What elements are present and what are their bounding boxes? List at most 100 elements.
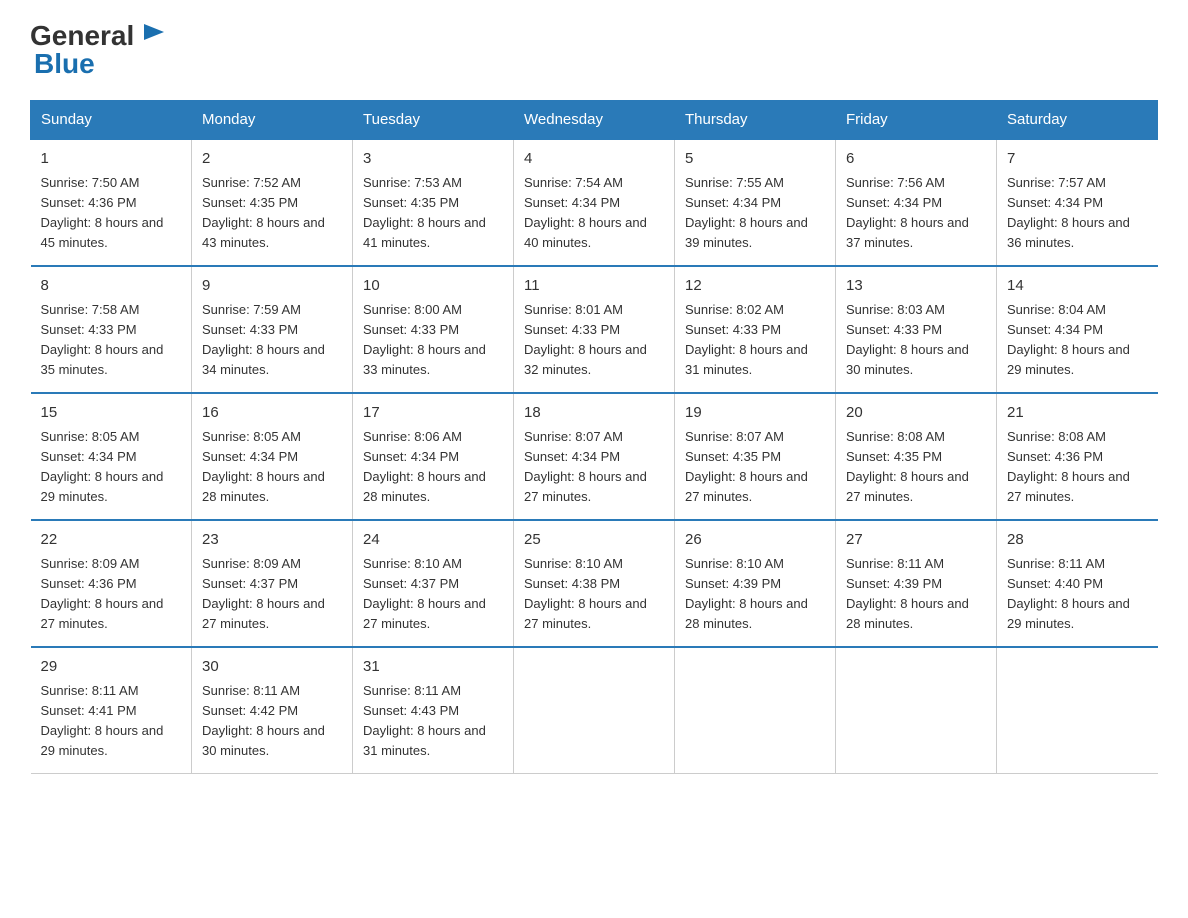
calendar-day-cell: 22Sunrise: 8:09 AMSunset: 4:36 PMDayligh… — [31, 520, 192, 647]
day-number: 24 — [363, 529, 503, 552]
day-number: 3 — [363, 148, 503, 171]
day-number: 2 — [202, 148, 342, 171]
calendar-day-cell: 23Sunrise: 8:09 AMSunset: 4:37 PMDayligh… — [192, 520, 353, 647]
calendar-week-row: 22Sunrise: 8:09 AMSunset: 4:36 PMDayligh… — [31, 520, 1158, 647]
day-number: 25 — [524, 529, 664, 552]
day-number: 26 — [685, 529, 825, 552]
day-info: Sunrise: 8:10 AMSunset: 4:39 PMDaylight:… — [685, 554, 825, 635]
calendar-day-cell: 28Sunrise: 8:11 AMSunset: 4:40 PMDayligh… — [997, 520, 1158, 647]
day-info: Sunrise: 8:08 AMSunset: 4:36 PMDaylight:… — [1007, 427, 1148, 508]
calendar-day-cell: 7Sunrise: 7:57 AMSunset: 4:34 PMDaylight… — [997, 139, 1158, 266]
day-info: Sunrise: 8:11 AMSunset: 4:39 PMDaylight:… — [846, 554, 986, 635]
logo-blue-text: Blue — [32, 48, 95, 80]
calendar-day-cell: 17Sunrise: 8:06 AMSunset: 4:34 PMDayligh… — [353, 393, 514, 520]
day-info: Sunrise: 7:56 AMSunset: 4:34 PMDaylight:… — [846, 173, 986, 254]
col-header-wednesday: Wednesday — [514, 101, 675, 140]
day-number: 12 — [685, 275, 825, 298]
logo-flag-icon — [136, 20, 166, 50]
day-info: Sunrise: 8:07 AMSunset: 4:35 PMDaylight:… — [685, 427, 825, 508]
day-info: Sunrise: 7:54 AMSunset: 4:34 PMDaylight:… — [524, 173, 664, 254]
day-info: Sunrise: 8:07 AMSunset: 4:34 PMDaylight:… — [524, 427, 664, 508]
day-number: 17 — [363, 402, 503, 425]
day-number: 8 — [41, 275, 182, 298]
calendar-table: SundayMondayTuesdayWednesdayThursdayFrid… — [30, 100, 1158, 774]
calendar-day-cell: 8Sunrise: 7:58 AMSunset: 4:33 PMDaylight… — [31, 266, 192, 393]
day-number: 9 — [202, 275, 342, 298]
col-header-monday: Monday — [192, 101, 353, 140]
day-info: Sunrise: 8:08 AMSunset: 4:35 PMDaylight:… — [846, 427, 986, 508]
calendar-day-cell: 4Sunrise: 7:54 AMSunset: 4:34 PMDaylight… — [514, 139, 675, 266]
day-info: Sunrise: 8:01 AMSunset: 4:33 PMDaylight:… — [524, 300, 664, 381]
day-info: Sunrise: 8:09 AMSunset: 4:36 PMDaylight:… — [41, 554, 182, 635]
calendar-day-cell: 16Sunrise: 8:05 AMSunset: 4:34 PMDayligh… — [192, 393, 353, 520]
calendar-day-cell: 26Sunrise: 8:10 AMSunset: 4:39 PMDayligh… — [675, 520, 836, 647]
day-number: 20 — [846, 402, 986, 425]
day-info: Sunrise: 8:04 AMSunset: 4:34 PMDaylight:… — [1007, 300, 1148, 381]
day-info: Sunrise: 8:11 AMSunset: 4:41 PMDaylight:… — [41, 681, 182, 762]
day-info: Sunrise: 8:09 AMSunset: 4:37 PMDaylight:… — [202, 554, 342, 635]
calendar-day-cell: 6Sunrise: 7:56 AMSunset: 4:34 PMDaylight… — [836, 139, 997, 266]
calendar-day-cell: 21Sunrise: 8:08 AMSunset: 4:36 PMDayligh… — [997, 393, 1158, 520]
day-number: 5 — [685, 148, 825, 171]
day-info: Sunrise: 8:06 AMSunset: 4:34 PMDaylight:… — [363, 427, 503, 508]
calendar-day-cell: 9Sunrise: 7:59 AMSunset: 4:33 PMDaylight… — [192, 266, 353, 393]
calendar-day-cell: 24Sunrise: 8:10 AMSunset: 4:37 PMDayligh… — [353, 520, 514, 647]
day-info: Sunrise: 7:52 AMSunset: 4:35 PMDaylight:… — [202, 173, 342, 254]
day-info: Sunrise: 8:10 AMSunset: 4:38 PMDaylight:… — [524, 554, 664, 635]
calendar-week-row: 15Sunrise: 8:05 AMSunset: 4:34 PMDayligh… — [31, 393, 1158, 520]
calendar-day-cell: 5Sunrise: 7:55 AMSunset: 4:34 PMDaylight… — [675, 139, 836, 266]
day-number: 13 — [846, 275, 986, 298]
day-number: 7 — [1007, 148, 1148, 171]
calendar-day-cell: 10Sunrise: 8:00 AMSunset: 4:33 PMDayligh… — [353, 266, 514, 393]
day-number: 6 — [846, 148, 986, 171]
day-info: Sunrise: 8:03 AMSunset: 4:33 PMDaylight:… — [846, 300, 986, 381]
calendar-day-cell: 15Sunrise: 8:05 AMSunset: 4:34 PMDayligh… — [31, 393, 192, 520]
day-number: 11 — [524, 275, 664, 298]
col-header-friday: Friday — [836, 101, 997, 140]
calendar-header-row: SundayMondayTuesdayWednesdayThursdayFrid… — [31, 101, 1158, 140]
day-number: 31 — [363, 656, 503, 679]
day-info: Sunrise: 8:11 AMSunset: 4:40 PMDaylight:… — [1007, 554, 1148, 635]
day-number: 22 — [41, 529, 182, 552]
day-info: Sunrise: 8:00 AMSunset: 4:33 PMDaylight:… — [363, 300, 503, 381]
calendar-day-cell: 12Sunrise: 8:02 AMSunset: 4:33 PMDayligh… — [675, 266, 836, 393]
day-number: 21 — [1007, 402, 1148, 425]
calendar-day-cell: 30Sunrise: 8:11 AMSunset: 4:42 PMDayligh… — [192, 647, 353, 774]
col-header-tuesday: Tuesday — [353, 101, 514, 140]
day-info: Sunrise: 8:10 AMSunset: 4:37 PMDaylight:… — [363, 554, 503, 635]
day-number: 10 — [363, 275, 503, 298]
calendar-day-cell: 27Sunrise: 8:11 AMSunset: 4:39 PMDayligh… — [836, 520, 997, 647]
calendar-week-row: 8Sunrise: 7:58 AMSunset: 4:33 PMDaylight… — [31, 266, 1158, 393]
calendar-day-cell: 18Sunrise: 8:07 AMSunset: 4:34 PMDayligh… — [514, 393, 675, 520]
day-info: Sunrise: 8:05 AMSunset: 4:34 PMDaylight:… — [41, 427, 182, 508]
calendar-day-cell: 14Sunrise: 8:04 AMSunset: 4:34 PMDayligh… — [997, 266, 1158, 393]
col-header-saturday: Saturday — [997, 101, 1158, 140]
calendar-day-cell: 1Sunrise: 7:50 AMSunset: 4:36 PMDaylight… — [31, 139, 192, 266]
day-number: 27 — [846, 529, 986, 552]
day-info: Sunrise: 7:58 AMSunset: 4:33 PMDaylight:… — [41, 300, 182, 381]
day-number: 16 — [202, 402, 342, 425]
day-info: Sunrise: 7:59 AMSunset: 4:33 PMDaylight:… — [202, 300, 342, 381]
calendar-day-cell: 11Sunrise: 8:01 AMSunset: 4:33 PMDayligh… — [514, 266, 675, 393]
calendar-week-row: 1Sunrise: 7:50 AMSunset: 4:36 PMDaylight… — [31, 139, 1158, 266]
calendar-day-cell: 2Sunrise: 7:52 AMSunset: 4:35 PMDaylight… — [192, 139, 353, 266]
calendar-day-cell — [997, 647, 1158, 774]
calendar-day-cell: 19Sunrise: 8:07 AMSunset: 4:35 PMDayligh… — [675, 393, 836, 520]
day-number: 23 — [202, 529, 342, 552]
day-number: 1 — [41, 148, 182, 171]
day-info: Sunrise: 8:11 AMSunset: 4:42 PMDaylight:… — [202, 681, 342, 762]
day-info: Sunrise: 7:50 AMSunset: 4:36 PMDaylight:… — [41, 173, 182, 254]
page-header: General Blue — [30, 20, 1158, 80]
calendar-day-cell — [675, 647, 836, 774]
col-header-sunday: Sunday — [31, 101, 192, 140]
day-number: 4 — [524, 148, 664, 171]
calendar-day-cell: 25Sunrise: 8:10 AMSunset: 4:38 PMDayligh… — [514, 520, 675, 647]
day-number: 19 — [685, 402, 825, 425]
day-number: 15 — [41, 402, 182, 425]
calendar-day-cell: 29Sunrise: 8:11 AMSunset: 4:41 PMDayligh… — [31, 647, 192, 774]
calendar-day-cell — [514, 647, 675, 774]
day-info: Sunrise: 8:02 AMSunset: 4:33 PMDaylight:… — [685, 300, 825, 381]
calendar-week-row: 29Sunrise: 8:11 AMSunset: 4:41 PMDayligh… — [31, 647, 1158, 774]
calendar-day-cell: 20Sunrise: 8:08 AMSunset: 4:35 PMDayligh… — [836, 393, 997, 520]
day-info: Sunrise: 7:57 AMSunset: 4:34 PMDaylight:… — [1007, 173, 1148, 254]
